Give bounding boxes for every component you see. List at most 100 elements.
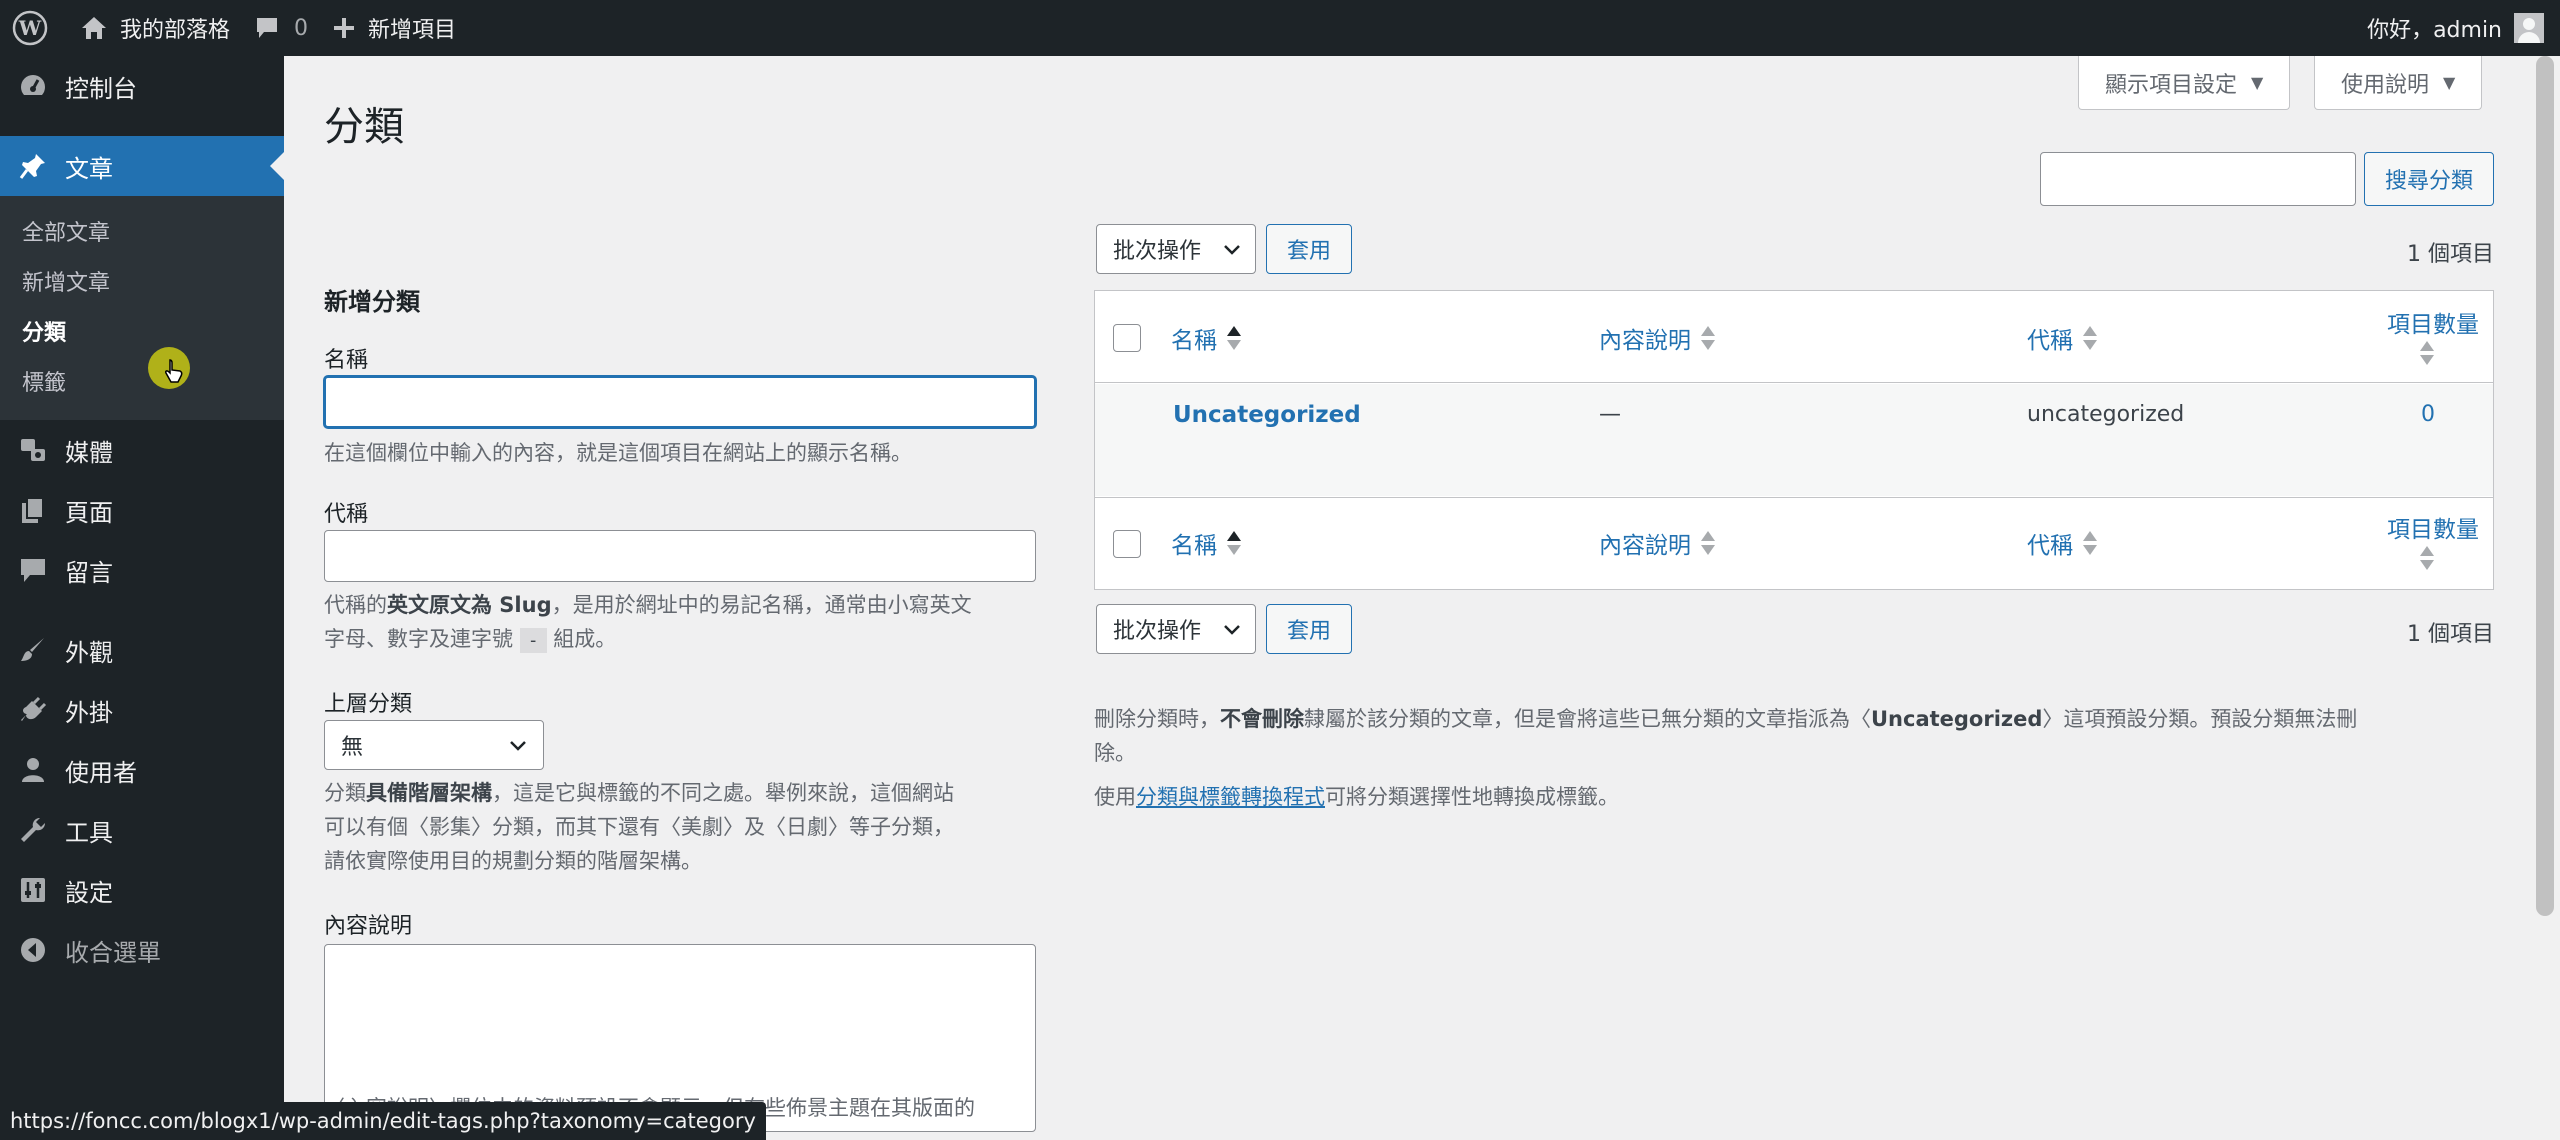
search-input[interactable] (2040, 152, 2356, 206)
table-row: Uncategorized — uncategorized 0 (1095, 384, 2493, 496)
collapse-menu-button[interactable]: 收合選單 (0, 920, 284, 980)
menu-plugins[interactable]: 外掛 (0, 680, 284, 740)
menu-posts[interactable]: 文章 (0, 136, 284, 196)
menu-tools[interactable]: 工具 (0, 800, 284, 860)
parent-desc-bold: 具備階層架構 (366, 781, 492, 805)
item-count-bottom: 1 個項目 (2407, 622, 2494, 647)
menu-comments-label: 留言 (65, 558, 113, 587)
menu-users[interactable]: 使用者 (0, 740, 284, 800)
menu-media-label: 媒體 (65, 438, 113, 467)
parent-selected-value: 無 (341, 735, 364, 760)
posts-submenu: 全部文章 新增文章 分類 標籤 (0, 196, 284, 420)
name-input[interactable] (324, 376, 1036, 428)
sort-arrows-icon (1227, 529, 1241, 557)
bulk-actions-select-bottom[interactable]: 批次操作 (1096, 604, 1256, 654)
description-label: 內容說明 (324, 914, 413, 939)
new-item-label: 新增項目 (368, 18, 457, 43)
page-scrollbar[interactable] (2530, 56, 2560, 1140)
settings-sliders-icon (16, 873, 50, 907)
hyphen-code: - (519, 628, 547, 653)
sort-arrows-icon (2083, 324, 2097, 352)
column-count-header[interactable]: 項目數量 (2375, 305, 2479, 367)
chevron-down-icon (1224, 245, 1240, 255)
parent-description: 分類具備階層架構，這是它與標籤的不同之處。舉例來說，這個網站 可以有個〈影集〉分… (324, 776, 1036, 878)
apply-button-bottom[interactable]: 套用 (1266, 604, 1352, 654)
parent-category-select[interactable]: 無 (324, 720, 544, 770)
category-description: — (1599, 402, 1621, 427)
sort-arrows-icon (1701, 324, 1715, 352)
slug-desc-text-4: 組成。 (553, 627, 617, 651)
category-tag-converter-link[interactable]: 分類與標籤轉換程式 (1136, 785, 1325, 809)
my-account-link[interactable]: 你好，admin (2355, 0, 2560, 56)
category-count-link[interactable]: 0 (2421, 402, 2435, 427)
menu-users-label: 使用者 (65, 758, 137, 787)
caret-down-icon: ▼ (2443, 73, 2456, 92)
column-count-footer[interactable]: 項目數量 (2375, 510, 2479, 572)
menu-media[interactable]: 媒體 (0, 420, 284, 480)
convert-note-text: 使用 (1094, 785, 1136, 809)
menu-settings[interactable]: 設定 (0, 860, 284, 920)
svg-text:W: W (18, 16, 42, 40)
select-all-checkbox[interactable] (1113, 324, 1141, 352)
site-name-link[interactable]: 我的部落格 (68, 0, 242, 56)
submenu-new-post[interactable]: 新增文章 (0, 256, 284, 306)
submenu-tags[interactable]: 標籤 (0, 356, 284, 406)
categories-table: 名稱 內容說明 代稱 項目數量 Uncategorized — uncatego… (1094, 290, 2494, 590)
sort-arrows-icon (1227, 324, 1241, 352)
media-icon (16, 433, 50, 467)
slug-input[interactable] (324, 530, 1036, 582)
column-description-footer[interactable]: 內容說明 (1599, 526, 1715, 560)
user-icon (16, 753, 50, 787)
help-button[interactable]: 使用說明 ▼ (2314, 56, 2483, 110)
menu-comments[interactable]: 留言 (0, 540, 284, 600)
slug-desc-text-3: 字母、數字及連字號 (324, 627, 513, 651)
plugin-icon (16, 693, 50, 727)
pointer-cursor-icon (165, 359, 183, 383)
status-url-bar: https://foncc.com/blogx1/wp-admin/edit-t… (0, 1102, 766, 1140)
column-slug-header[interactable]: 代稱 (2027, 321, 2097, 355)
column-description-header[interactable]: 內容說明 (1599, 321, 1715, 355)
wordpress-logo[interactable]: W (0, 0, 68, 56)
menu-dashboard[interactable]: 控制台 (0, 56, 284, 116)
caret-down-icon: ▼ (2251, 73, 2264, 92)
menu-settings-label: 設定 (65, 878, 113, 907)
search-categories-button[interactable]: 搜尋分類 (2364, 152, 2494, 206)
sort-arrows-icon (2420, 339, 2434, 367)
slug-label: 代稱 (324, 502, 369, 527)
name-description: 在這個欄位中輸入的內容，就是這個項目在網站上的顯示名稱。 (324, 441, 912, 465)
apply-button-top[interactable]: 套用 (1266, 224, 1352, 274)
category-name-link[interactable]: Uncategorized (1173, 402, 1361, 428)
new-item-link[interactable]: 新增項目 (320, 0, 468, 56)
chevron-down-icon (1224, 625, 1240, 635)
wrench-icon (16, 813, 50, 847)
dashboard-icon (16, 69, 50, 103)
default-category-name: Uncategorized (1871, 707, 2043, 731)
collapse-arrow-icon (16, 933, 50, 967)
admin-bar: W 我的部落格 0 新增項目 你好，admin (0, 0, 2560, 56)
submenu-all-posts[interactable]: 全部文章 (0, 206, 284, 256)
column-slug-footer[interactable]: 代稱 (2027, 526, 2097, 560)
column-description-label: 內容說明 (1599, 328, 1691, 354)
convert-note: 使用分類與標籤轉換程式可將分類選擇性地轉換成標籤。 (1094, 780, 2494, 814)
bulk-actions-label: 批次操作 (1113, 619, 1202, 644)
bulk-actions-select-top[interactable]: 批次操作 (1096, 224, 1256, 274)
menu-pages[interactable]: 頁面 (0, 480, 284, 540)
menu-appearance[interactable]: 外觀 (0, 620, 284, 680)
screen-options-button[interactable]: 顯示項目設定 ▼ (2078, 56, 2291, 110)
submenu-categories[interactable]: 分類 (0, 306, 284, 356)
table-footer-row: 名稱 內容說明 代稱 項目數量 (1095, 497, 2493, 589)
menu-tools-label: 工具 (65, 818, 113, 847)
menu-plugins-label: 外掛 (65, 698, 113, 727)
apply-label: 套用 (1286, 239, 1331, 264)
comments-link[interactable]: 0 (242, 0, 320, 56)
bulk-actions-label: 批次操作 (1113, 239, 1202, 264)
slug-description: 代稱的英文原文為 Slug，是用於網址中的易記名稱，通常由小寫英文 字母、數字及… (324, 588, 1036, 658)
scrollbar-thumb[interactable] (2536, 56, 2554, 916)
delete-note-text: 刪除分類時， (1094, 707, 1220, 731)
select-all-checkbox-footer[interactable] (1113, 530, 1141, 558)
paintbrush-icon (16, 633, 50, 667)
column-name-footer[interactable]: 名稱 (1171, 526, 1241, 560)
menu-appearance-label: 外觀 (65, 638, 113, 667)
column-name-header[interactable]: 名稱 (1171, 321, 1241, 355)
main-content: 顯示項目設定 ▼ 使用說明 ▼ 分類 搜尋分類 新增分類 名稱 在這個欄位中輸入… (284, 56, 2530, 1140)
